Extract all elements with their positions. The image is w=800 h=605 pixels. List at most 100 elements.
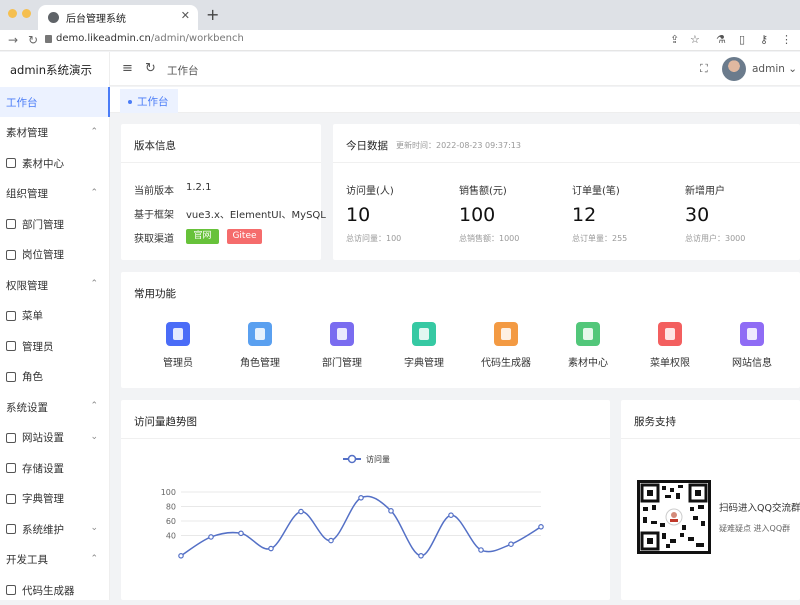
visit-trend-title: 访问量趋势图 <box>134 416 197 428</box>
sidebar-item-devtools[interactable]: 开发工具 ⌃ <box>0 545 110 575</box>
data-point <box>538 524 544 530</box>
feature-label: 部门管理 <box>322 358 362 369</box>
today-data-card: 今日数据 更新时间：2022-08-23 09:37:13 访问量(人) 10 总访… <box>333 124 800 260</box>
sidebar-item-label: 系统设置 <box>6 401 48 414</box>
menu-kebab-icon[interactable]: ⋮ <box>781 33 792 46</box>
codegen-icon <box>6 585 16 595</box>
stat-label-0: 访问量(人) <box>346 186 394 197</box>
bookmark-star-icon[interactable]: ☆ <box>690 33 700 46</box>
sidebar: admin系统演示 工作台 素材管理 ⌃ 素材中心组织管理 ⌃ 部门管理 岗位管理 权限管理 ⌃… <box>0 52 110 600</box>
lab-icon[interactable]: ⚗ <box>716 33 726 46</box>
data-point <box>388 508 394 514</box>
app-logo-title: admin系统演示 <box>10 63 93 77</box>
browser-tab[interactable]: 后台管理系统 ✕ <box>38 5 198 30</box>
sidebar-item-position[interactable]: 岗位管理 <box>0 240 110 270</box>
admin-icon <box>166 322 190 346</box>
version-card: 版本信息 当前版本 1.2.1 基于框架 vue3.x、ElementUI、MySQ… <box>121 124 326 260</box>
role-icon <box>248 322 272 346</box>
divider <box>333 162 800 163</box>
data-point <box>418 553 424 559</box>
sidepanel-icon[interactable]: ▯ <box>739 33 745 46</box>
forward-icon[interactable]: → <box>8 33 18 47</box>
sidebar-item-dictionary[interactable]: 字典管理 <box>0 484 110 514</box>
reload-icon[interactable]: ↻ <box>28 33 38 47</box>
chevron-down-icon: ⌄ <box>90 523 98 533</box>
sidebar-item-admin[interactable]: 管理员 <box>0 331 110 361</box>
feature-department[interactable]: 部门管理 <box>302 322 382 369</box>
sidebar-item-label: 开发工具 <box>6 554 48 566</box>
sidebar-item-storage[interactable]: 存储设置 <box>0 453 110 483</box>
key-icon[interactable]: ⚷ <box>760 33 768 46</box>
data-point <box>178 553 184 559</box>
sidebar-item-department[interactable]: 部门管理 <box>0 209 110 239</box>
sidebar-item-label: 存储设置 <box>22 462 64 475</box>
refresh-icon[interactable]: ↻ <box>145 61 156 76</box>
fullscreen-icon[interactable]: ⛶ <box>700 62 708 76</box>
sidebar-item-label: 字典管理 <box>22 493 64 505</box>
data-point <box>358 494 364 501</box>
material-center-icon <box>6 158 16 168</box>
service-support-title: 服务支持 <box>634 416 676 428</box>
username[interactable]: admin ⌄ <box>752 63 797 75</box>
stat-label-2: 订单量(笔) <box>572 186 620 197</box>
sidebar-item-permission[interactable]: 权限管理 ⌃ <box>0 270 110 300</box>
feature-label: 网站信息 <box>732 358 772 369</box>
data-point <box>328 537 334 544</box>
sidebar-item-label: 菜单 <box>22 310 43 322</box>
menu-icon <box>6 310 16 321</box>
close-tab-icon[interactable]: ✕ <box>181 9 190 22</box>
globe-icon <box>48 12 59 23</box>
material-icon <box>576 322 600 346</box>
sidebar-item-material-center[interactable]: 素材中心 <box>0 148 110 178</box>
feature-code-generator[interactable]: 代码生成器 <box>466 322 546 369</box>
avatar[interactable] <box>722 57 746 81</box>
sidebar-item-system[interactable]: 系统设置 ⌃ <box>0 392 110 422</box>
window-minimize-dot-2[interactable] <box>22 9 31 18</box>
chevron-up-icon: ⌃ <box>90 401 98 411</box>
feature-admin[interactable]: 管理员 <box>138 322 218 369</box>
sidebar-item-role[interactable]: 角色 <box>0 362 110 392</box>
qq-group-subtitle[interactable]: 疑难疑点 进入QQ群 <box>719 523 790 534</box>
gitee-button[interactable]: Gitee <box>227 229 262 244</box>
window-minimize-dot[interactable] <box>8 9 17 18</box>
sidebar-item-org[interactable]: 组织管理 ⌃ <box>0 179 110 209</box>
common-features-card: 常用功能 管理员 角色管理 部门管理 字典管理 代码生成器 素材中心 菜单权限 网站信息 <box>121 272 800 388</box>
breadcrumb[interactable]: 工作台 <box>167 63 199 78</box>
qq-group-title[interactable]: 扫码进入QQ交流群 <box>719 500 800 514</box>
stat-sub-1: 总销售额：1000 <box>459 234 520 243</box>
sidebar-item-material[interactable]: 素材管理 ⌃ <box>0 118 110 148</box>
url-text[interactable]: demo.likeadmin.cn/admin/workbench <box>56 33 244 44</box>
feature-dictionary[interactable]: 字典管理 <box>384 322 464 369</box>
menu-permission-icon <box>658 322 682 346</box>
sidebar-item-menu[interactable]: 菜单 <box>0 301 110 331</box>
sidebar-item-website[interactable]: 网站设置 ⌄ <box>0 423 110 453</box>
sidebar-item-maintenance[interactable]: 系统维护 ⌄ <box>0 514 110 544</box>
common-features-title: 常用功能 <box>134 288 176 300</box>
collapse-menu-icon[interactable]: ≡ <box>122 61 133 76</box>
qr-pattern <box>640 483 708 551</box>
feature-role[interactable]: 角色管理 <box>220 322 300 369</box>
y-tick-label: 60 <box>166 517 176 526</box>
share-icon[interactable]: ⇪ <box>670 33 679 46</box>
position-icon <box>6 249 16 260</box>
version-row: 当前版本 1.2.1 <box>134 182 212 197</box>
lock-icon[interactable] <box>45 35 52 43</box>
sidebar-item-label: 系统维护 <box>22 523 64 536</box>
official-site-button[interactable]: 官网 <box>186 229 219 244</box>
feature-material[interactable]: 素材中心 <box>548 322 628 369</box>
tag-workbench[interactable]: 工作台 <box>120 89 178 113</box>
updated-time: 更新时间：2022-08-23 09:37:13 <box>396 141 521 150</box>
website-icon <box>6 432 16 443</box>
feature-label: 字典管理 <box>404 358 444 369</box>
feature-website[interactable]: 网站信息 <box>712 322 792 369</box>
data-point <box>508 541 514 548</box>
department-icon <box>6 219 16 229</box>
feature-menu-permission[interactable]: 菜单权限 <box>630 322 710 369</box>
dictionary-icon <box>412 322 436 346</box>
sidebar-item-label: 素材中心 <box>22 157 64 170</box>
sidebar-item-codegen[interactable]: 代码生成器 <box>0 575 110 605</box>
sidebar-item-workbench[interactable]: 工作台 <box>0 87 110 117</box>
chevron-down-icon: ⌄ <box>90 431 98 442</box>
new-tab-icon[interactable]: + <box>206 5 219 24</box>
data-point <box>238 530 244 537</box>
